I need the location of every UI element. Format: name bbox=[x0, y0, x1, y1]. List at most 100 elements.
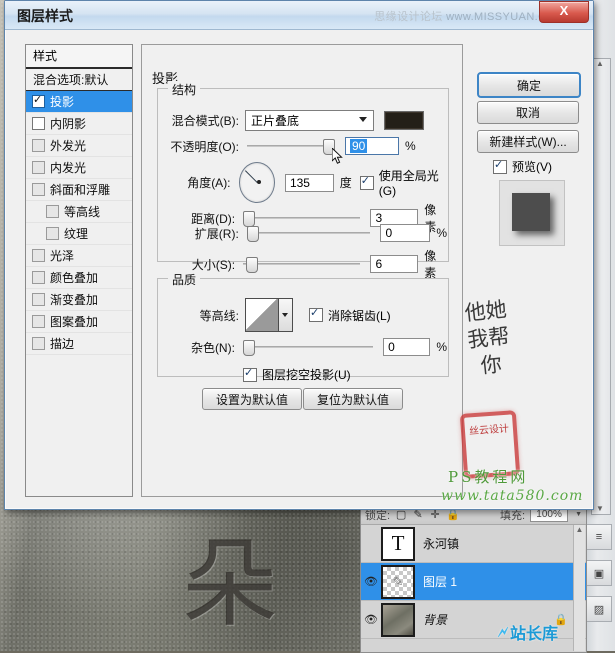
chevron-down-icon[interactable] bbox=[359, 117, 367, 122]
layer-style-dialog: 图层样式 思缘设计论坛 www.MISSYUAN.COM X 样式 混合选项:默… bbox=[4, 0, 594, 510]
slider-track bbox=[247, 232, 371, 234]
dialog-title: 图层样式 bbox=[17, 6, 73, 26]
opacity-input[interactable]: 90 bbox=[345, 137, 399, 155]
style-item-inner-shadow[interactable]: 内阴影 bbox=[26, 113, 132, 135]
style-checkbox[interactable] bbox=[32, 183, 45, 196]
scroll-down-arrow-icon[interactable]: ▼ bbox=[593, 505, 607, 513]
cancel-button[interactable]: 取消 bbox=[477, 101, 579, 124]
ok-button[interactable]: 确定 bbox=[477, 72, 581, 98]
reset-default-button[interactable]: 复位为默认值 bbox=[303, 388, 403, 410]
style-item-inner-glow[interactable]: 内发光 bbox=[26, 157, 132, 179]
styles-list-header: 样式 bbox=[26, 45, 132, 69]
size-input[interactable]: 6 bbox=[370, 255, 418, 273]
global-light-checkbox[interactable] bbox=[360, 176, 374, 190]
slider-knob[interactable] bbox=[246, 257, 258, 273]
style-checkbox[interactable] bbox=[32, 293, 45, 306]
style-item-texture[interactable]: 纹理 bbox=[26, 223, 132, 245]
shadow-color-swatch[interactable] bbox=[384, 111, 424, 130]
noise-input[interactable]: 0 bbox=[383, 338, 430, 356]
structure-legend: 结构 bbox=[168, 81, 200, 98]
scroll-up-arrow-icon[interactable]: ▲ bbox=[593, 60, 607, 68]
style-checkbox[interactable] bbox=[32, 139, 45, 152]
brush-lock-icon[interactable]: ✎ bbox=[412, 509, 424, 521]
panel-menu-icon[interactable]: ≡ bbox=[586, 524, 612, 550]
style-checkbox[interactable] bbox=[46, 227, 59, 240]
close-button[interactable]: X bbox=[539, 1, 589, 23]
style-checkbox[interactable] bbox=[32, 337, 45, 350]
style-item-blending-options[interactable]: 混合选项:默认 bbox=[26, 69, 132, 91]
layers-scrollbar[interactable]: ▲ bbox=[573, 525, 585, 651]
style-item-bevel-emboss[interactable]: 斜面和浮雕 bbox=[26, 179, 132, 201]
fill-dropdown-arrow-icon[interactable]: ▼ bbox=[573, 511, 582, 518]
style-item-pattern-overlay[interactable]: 图案叠加 bbox=[26, 311, 132, 333]
mouse-cursor-icon bbox=[332, 148, 344, 166]
angle-label: 角度(A): bbox=[167, 174, 231, 191]
size-unit: 像素 bbox=[424, 247, 447, 281]
angle-input[interactable]: 135 bbox=[285, 174, 334, 192]
style-label: 斜面和浮雕 bbox=[50, 181, 110, 198]
style-checkbox[interactable] bbox=[32, 95, 45, 108]
style-checkbox[interactable] bbox=[32, 315, 45, 328]
quality-legend: 品质 bbox=[168, 271, 200, 288]
size-slider[interactable] bbox=[243, 257, 360, 271]
style-checkbox[interactable] bbox=[32, 271, 45, 284]
blend-mode-select[interactable]: 正片叠底 bbox=[245, 110, 374, 131]
layers-scroll-up-icon[interactable]: ▲ bbox=[574, 525, 585, 534]
style-item-satin[interactable]: 光泽 bbox=[26, 245, 132, 267]
spread-input[interactable]: 0 bbox=[380, 224, 430, 242]
style-checkbox[interactable] bbox=[46, 205, 59, 218]
style-item-outer-glow[interactable]: 外发光 bbox=[26, 135, 132, 157]
spread-slider[interactable] bbox=[247, 226, 371, 240]
layer-row[interactable]: T 永河镇 bbox=[361, 525, 586, 563]
set-default-button[interactable]: 设置为默认值 bbox=[202, 388, 302, 410]
layer-visibility-icon[interactable]: 👁 bbox=[361, 613, 381, 626]
contour-preview[interactable] bbox=[245, 298, 279, 332]
layer-name: 永河镇 bbox=[423, 535, 459, 552]
watermark-site-name: 思缘设计论坛 bbox=[374, 11, 442, 23]
noise-label: 杂色(N): bbox=[181, 339, 235, 356]
move-lock-icon[interactable]: ✛ bbox=[429, 509, 441, 521]
layer-visibility-icon[interactable]: 👁 bbox=[361, 575, 381, 588]
angle-dial[interactable] bbox=[239, 162, 275, 203]
antialias-checkbox[interactable] bbox=[309, 308, 323, 322]
style-label: 颜色叠加 bbox=[50, 269, 98, 286]
style-checkbox[interactable] bbox=[32, 161, 45, 174]
style-item-color-overlay[interactable]: 颜色叠加 bbox=[26, 267, 132, 289]
panel-extra-icon[interactable]: ▨ bbox=[586, 596, 612, 622]
slider-knob[interactable] bbox=[247, 226, 259, 242]
blend-mode-row: 混合模式(B): 正片叠底 bbox=[167, 110, 447, 131]
noise-row: 杂色(N): 0 % bbox=[181, 338, 447, 356]
style-item-contour[interactable]: 等高线 bbox=[26, 201, 132, 223]
distance-slider[interactable] bbox=[243, 211, 360, 225]
noise-unit: % bbox=[436, 340, 447, 354]
new-style-button[interactable]: 新建样式(W)... bbox=[477, 130, 579, 153]
style-checkbox[interactable] bbox=[32, 117, 45, 130]
panel-collapse-icon[interactable]: ▣ bbox=[586, 560, 612, 586]
preview-checkbox[interactable] bbox=[493, 160, 507, 174]
flame-icon: 🗲 bbox=[498, 623, 508, 641]
dialog-titlebar[interactable]: 图层样式 思缘设计论坛 www.MISSYUAN.COM X bbox=[5, 1, 593, 30]
dialog-body: 样式 混合选项:默认 投影 内阴影 外发光 内发光 斜面和 bbox=[5, 30, 593, 509]
style-item-drop-shadow[interactable]: 投影 bbox=[26, 91, 132, 113]
style-label: 外发光 bbox=[50, 137, 86, 154]
transparency-lock-icon[interactable]: ▢ bbox=[395, 509, 407, 521]
style-item-gradient-overlay[interactable]: 渐变叠加 bbox=[26, 289, 132, 311]
panel-scrollbar[interactable]: ▲ ▼ bbox=[591, 58, 611, 515]
global-light-label: 使用全局光(G) bbox=[379, 167, 447, 198]
ps-tutorial-watermark: PS教程网 bbox=[448, 466, 528, 487]
angle-row: 角度(A): 135 度 使用全局光(G) bbox=[167, 162, 447, 203]
noise-slider[interactable] bbox=[243, 340, 373, 354]
opacity-slider[interactable] bbox=[247, 139, 335, 153]
contour-dropdown-arrow-icon[interactable] bbox=[279, 298, 293, 332]
style-label: 混合选项:默认 bbox=[33, 71, 108, 88]
angle-needle bbox=[245, 170, 258, 183]
knockout-row: 图层挖空投影(U) bbox=[243, 366, 351, 383]
style-item-stroke[interactable]: 描边 bbox=[26, 333, 132, 355]
slider-knob[interactable] bbox=[243, 340, 255, 356]
layer-row[interactable]: 👁 ✎ 图层 1 bbox=[361, 563, 586, 601]
spread-row: 扩展(R): 0 % bbox=[167, 224, 447, 242]
layer-thumbnail-transparent: ✎ bbox=[381, 565, 415, 599]
style-checkbox[interactable] bbox=[32, 249, 45, 262]
knockout-checkbox[interactable] bbox=[243, 368, 257, 382]
all-lock-icon[interactable]: 🔒 bbox=[446, 509, 458, 521]
